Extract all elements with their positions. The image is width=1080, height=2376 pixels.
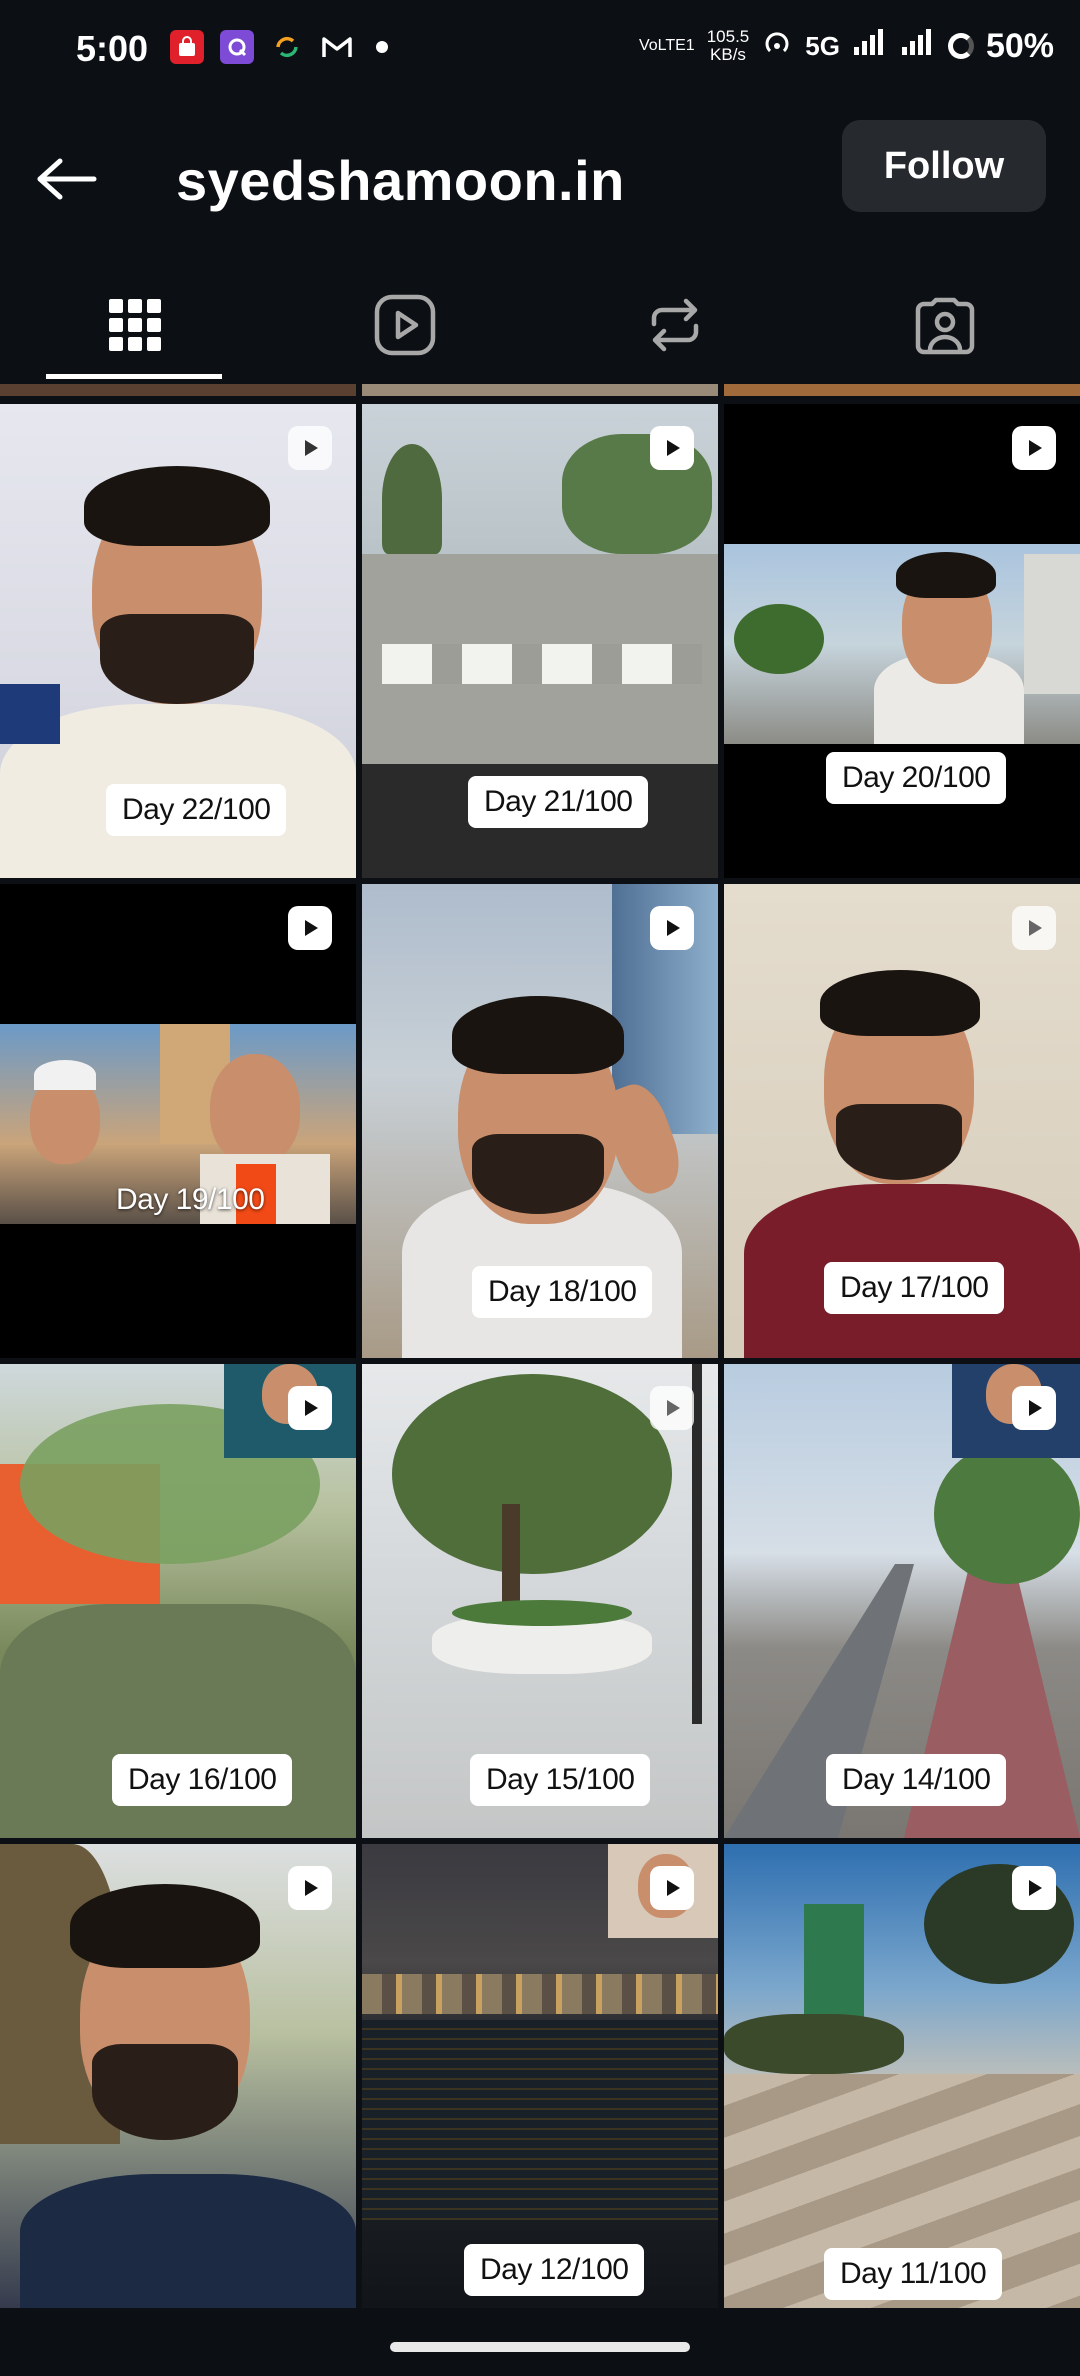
reel-indicator-icon [1012, 1386, 1056, 1430]
post-caption: Day 18/100 [472, 1266, 653, 1318]
status-bar: 5:00 VoLTE1 105.5 KB/s 5G 50% [0, 0, 1080, 100]
post-tile[interactable]: Day 17/100 [724, 884, 1080, 1358]
post-caption: Day 14/100 [826, 1754, 1007, 1806]
reel-indicator-icon [650, 1386, 694, 1430]
reel-indicator-icon [650, 1866, 694, 1910]
post-tile[interactable]: Day 11/100 [724, 1844, 1080, 2308]
navigation-bar [0, 2308, 1080, 2376]
sync-app-icon [270, 30, 304, 64]
tab-reels[interactable] [270, 270, 540, 380]
tab-reposts[interactable] [540, 270, 810, 380]
reel-indicator-icon [288, 426, 332, 470]
post-tile[interactable]: Day 18/100 [362, 884, 718, 1358]
profile-header: syedshamoon.in Follow [0, 118, 1080, 238]
reel-indicator-icon [1012, 1866, 1056, 1910]
app-q-icon [220, 30, 254, 64]
post-tile[interactable]: Day 16/100 [0, 1364, 356, 1838]
post-tile[interactable]: Day 12/100 [362, 1844, 718, 2308]
post-caption: Day 19/100 [116, 1183, 265, 1216]
follow-button[interactable]: Follow [842, 120, 1046, 212]
back-button[interactable] [30, 143, 102, 215]
arrow-left-icon [37, 158, 97, 200]
shopping-app-icon [170, 30, 204, 64]
post-caption: Day 21/100 [468, 776, 649, 828]
reels-play-icon [374, 294, 436, 356]
profile-username: syedshamoon.in [176, 149, 625, 212]
post-caption: Day 12/100 [464, 2244, 645, 2296]
reel-indicator-icon [650, 426, 694, 470]
more-notifications-dot [376, 41, 388, 53]
repost-icon [651, 298, 699, 352]
post-tile[interactable]: Day 14/100 [724, 1364, 1080, 1838]
network-speed: 105.5 KB/s [706, 27, 750, 64]
battery-icon [947, 33, 974, 59]
posts-grid: Day 22/100 Day 21/100 Day 20/100 Day 19/… [0, 384, 1080, 2308]
reel-indicator-icon [1012, 906, 1056, 950]
tab-tagged[interactable] [810, 270, 1080, 380]
battery-percent: 50% [985, 26, 1054, 65]
system-indicators: VoLTE1 105.5 KB/s 5G 50% [639, 26, 1054, 66]
post-tile[interactable]: Day 15/100 [362, 1364, 718, 1838]
network-type: 5G [805, 30, 840, 61]
post-tile[interactable]: Day 22/100 [0, 404, 356, 878]
post-caption: Day 15/100 [470, 1754, 651, 1806]
signal-icon [852, 27, 888, 65]
reel-indicator-icon [1012, 426, 1056, 470]
post-tile[interactable]: Day 19/100 [0, 884, 356, 1358]
reel-indicator-icon [288, 1386, 332, 1430]
status-time: 5:00 [76, 28, 149, 69]
gmail-icon [320, 30, 354, 64]
notification-icons [170, 30, 388, 64]
volte-indicator: VoLTE1 [638, 37, 695, 54]
tagged-person-icon [915, 297, 975, 355]
post-caption: Day 16/100 [112, 1754, 293, 1806]
reel-indicator-icon [288, 1866, 332, 1910]
home-indicator[interactable] [390, 2342, 690, 2352]
post-tile[interactable]: Day 20/100 [724, 404, 1080, 878]
profile-tabs [0, 270, 1080, 380]
reel-indicator-icon [650, 906, 694, 950]
grid-icon [109, 299, 161, 351]
post-caption: Day 20/100 [826, 752, 1007, 804]
post-caption: Day 11/100 [824, 2248, 1003, 2300]
selected-tab-indicator [46, 374, 222, 379]
post-caption: Day 17/100 [824, 1262, 1005, 1314]
post-tile[interactable] [0, 1844, 356, 2308]
reel-indicator-icon [288, 906, 332, 950]
signal-icon-2 [900, 27, 936, 65]
post-caption: Day 22/100 [106, 784, 287, 836]
post-tile[interactable]: Day 21/100 [362, 404, 718, 878]
tab-grid[interactable] [0, 270, 270, 380]
hotspot-icon [761, 26, 793, 66]
